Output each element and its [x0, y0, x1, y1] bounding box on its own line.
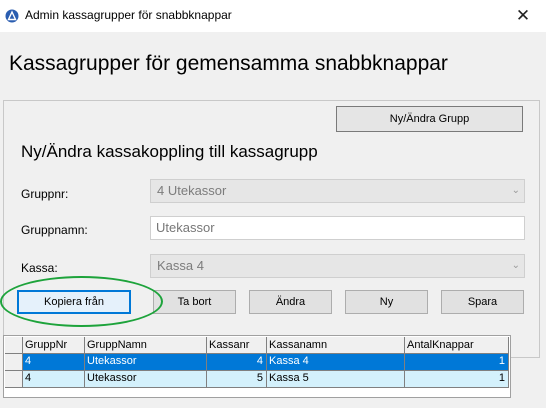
cell-gruppnamn[interactable]: Utekassor — [85, 354, 207, 371]
cell-kassanamn[interactable]: Kassa 4 — [267, 354, 405, 371]
gruppnr-label: Gruppnr: — [21, 187, 69, 201]
row-selector[interactable] — [5, 354, 23, 371]
row-header-corner — [5, 337, 23, 354]
col-header-gruppnamn[interactable]: GruppNamn — [85, 337, 207, 354]
title-bar: Admin kassagrupper för snabbknappar ✕ — [0, 0, 546, 32]
section-title: Ny/Ändra kassakoppling till kassagrupp — [21, 142, 318, 161]
window-client: Kassagrupper för gemensamma snabbknappar… — [0, 32, 546, 408]
gruppnr-value: 4 Utekassor — [157, 183, 227, 198]
close-button[interactable]: ✕ — [500, 0, 546, 32]
spara-button[interactable]: Spara — [441, 290, 524, 314]
gruppnamn-field[interactable]: Utekassor — [150, 216, 525, 240]
col-header-kassanr[interactable]: Kassanr — [207, 337, 267, 354]
row-selector[interactable] — [5, 371, 23, 388]
cell-kassanamn[interactable]: Kassa 5 — [267, 371, 405, 388]
ny-andra-grupp-button[interactable]: Ny/Ändra Grupp — [336, 106, 523, 132]
kassa-label: Kassa: — [21, 261, 58, 275]
ta-bort-button[interactable]: Ta bort — [153, 290, 236, 314]
ny-button[interactable]: Ny — [345, 290, 428, 314]
cell-antalknappar[interactable]: 1 — [405, 354, 509, 371]
page-title: Kassagrupper för gemensamma snabbknappar — [9, 52, 448, 75]
col-header-gruppnr[interactable]: GruppNr — [23, 337, 85, 354]
chevron-down-icon: ⌄ — [511, 185, 520, 196]
kassa-grid[interactable]: GruppNr GruppNamn Kassanr Kassanamn Anta… — [3, 335, 511, 398]
chevron-down-icon: ⌄ — [511, 260, 520, 271]
cell-gruppnr[interactable]: 4 — [23, 354, 85, 371]
app-icon — [5, 9, 19, 23]
cell-kassanr[interactable]: 4 — [207, 354, 267, 371]
gruppnamn-label: Gruppnamn: — [21, 223, 88, 237]
gruppnr-select[interactable]: 4 Utekassor ⌄ — [150, 179, 525, 203]
col-header-kassanamn[interactable]: Kassanamn — [267, 337, 405, 354]
col-header-antalknappar[interactable]: AntalKnappar — [405, 337, 509, 354]
cell-gruppnamn[interactable]: Utekassor — [85, 371, 207, 388]
andra-button[interactable]: Ändra — [249, 290, 332, 314]
gruppnamn-value: Utekassor — [156, 220, 215, 235]
kassa-select[interactable]: Kassa 4 ⌄ — [150, 254, 525, 278]
cell-gruppnr[interactable]: 4 — [23, 371, 85, 388]
window-title: Admin kassagrupper för snabbknappar — [25, 8, 232, 22]
highlight-ring — [0, 276, 163, 327]
kassa-value: Kassa 4 — [157, 258, 204, 273]
cell-kassanr[interactable]: 5 — [207, 371, 267, 388]
cell-antalknappar[interactable]: 1 — [405, 371, 509, 388]
close-icon: ✕ — [515, 6, 531, 25]
